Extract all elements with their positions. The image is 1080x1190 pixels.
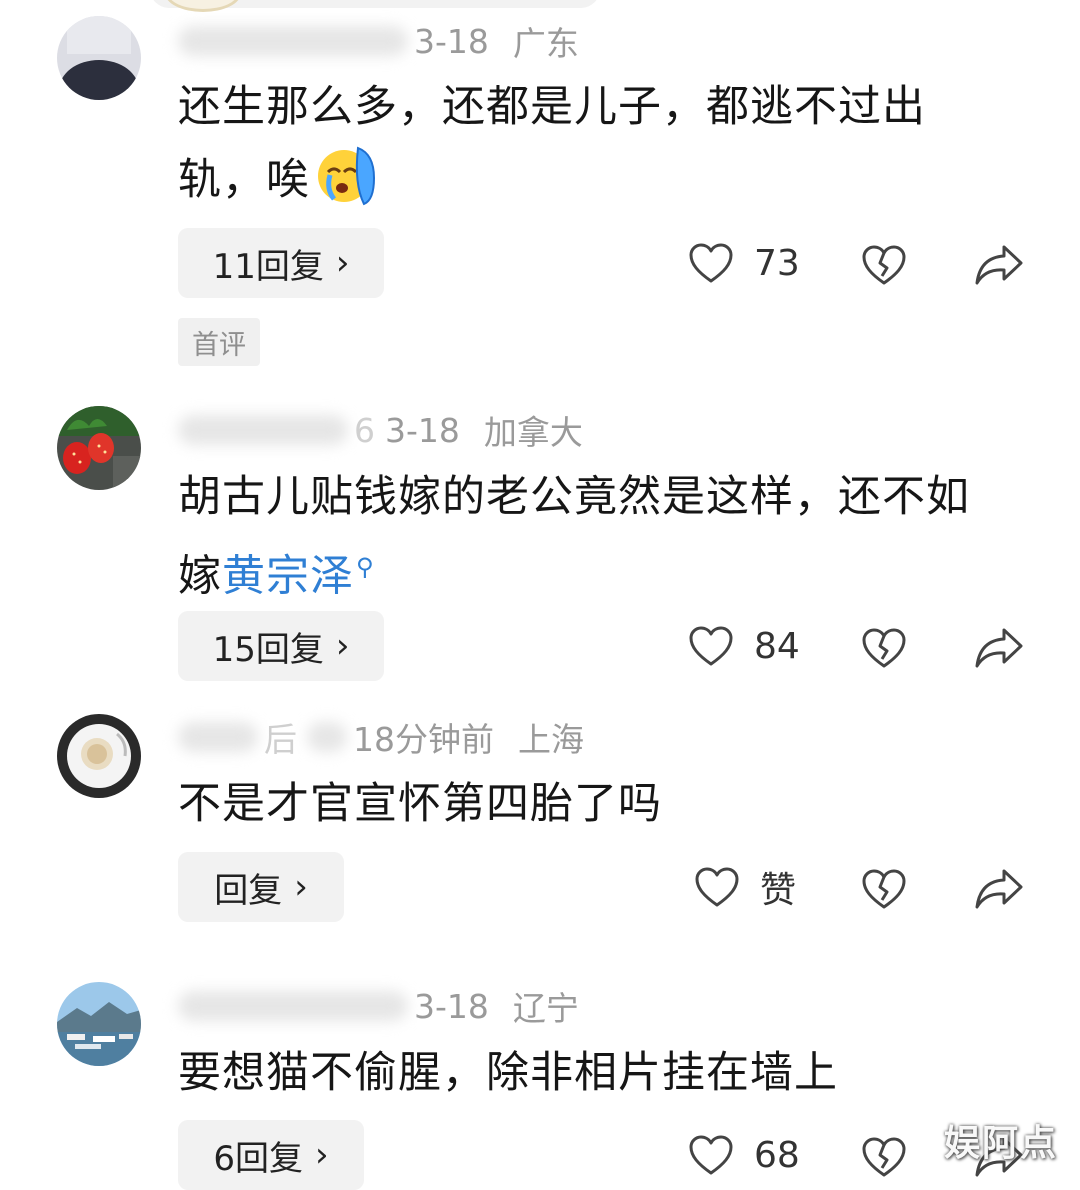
broken-heart-icon[interactable] bbox=[860, 866, 908, 910]
search-icon[interactable]: ⚲ bbox=[356, 553, 375, 581]
username-blur bbox=[307, 722, 347, 752]
comment-text-content: 还生那么多，还都是儿子，都逃不过出轨，唉 bbox=[178, 82, 926, 205]
comment-text: 不是才官宣怀第四胎了吗 bbox=[178, 769, 1008, 839]
heart-outline-icon bbox=[689, 243, 733, 283]
comment-meta: 6 3-18 加拿大 bbox=[178, 407, 583, 453]
comment-location: 辽宁 bbox=[512, 989, 579, 1028]
comment-text: 胡古儿贴钱嫁的老公竟然是这样，还不如嫁黄宗泽⚲ bbox=[178, 462, 1008, 611]
username[interactable] bbox=[178, 991, 408, 1021]
username[interactable] bbox=[178, 415, 348, 445]
like-button[interactable]: 68 bbox=[688, 1120, 800, 1190]
comment-meta: 后 18分钟前 上海 bbox=[178, 714, 584, 760]
like-count: 73 bbox=[754, 242, 800, 284]
comment-location: 上海 bbox=[518, 720, 584, 759]
heart-outline-icon bbox=[695, 867, 739, 907]
comment-actions: 84 bbox=[0, 611, 1080, 681]
username[interactable] bbox=[178, 26, 408, 56]
watermark: 娱阿点 bbox=[943, 1123, 1058, 1164]
comment-text-content: 不是才官宣怀第四胎了吗 bbox=[178, 779, 662, 829]
broken-heart-icon[interactable] bbox=[860, 1134, 908, 1178]
comment-text-content: 要想猫不偷腥，除非相片挂在墙上 bbox=[178, 1048, 838, 1098]
comment-text: 要想猫不偷腥，除非相片挂在墙上 bbox=[178, 1038, 1008, 1108]
like-count: 68 bbox=[754, 1134, 800, 1176]
comment-meta: 3-18 广东 bbox=[178, 18, 579, 64]
first-comment-badge: 首评 bbox=[178, 318, 260, 366]
comment-list-screen: 3-18 广东 还生那么多，还都是儿子，都逃不过出轨，唉 11回复 › 73 首… bbox=[0, 0, 1080, 1190]
comment-meta: 3-18 辽宁 bbox=[178, 983, 579, 1029]
share-arrow-icon[interactable] bbox=[974, 242, 1024, 286]
username[interactable] bbox=[178, 722, 258, 752]
avatar[interactable] bbox=[57, 982, 141, 1066]
like-button[interactable]: 73 bbox=[688, 228, 800, 298]
comment-text: 还生那么多，还都是儿子，都逃不过出轨，唉 bbox=[178, 72, 1008, 215]
heart-outline-icon bbox=[689, 1135, 733, 1175]
share-arrow-icon[interactable] bbox=[974, 625, 1024, 669]
comment-actions: 赞 bbox=[0, 852, 1080, 922]
like-count: 84 bbox=[754, 625, 800, 667]
comment-location: 加拿大 bbox=[483, 413, 583, 452]
broken-heart-icon[interactable] bbox=[860, 625, 908, 669]
broken-heart-icon[interactable] bbox=[860, 242, 908, 286]
comment-date: 18分钟前 bbox=[353, 720, 494, 759]
share-arrow-icon[interactable] bbox=[974, 866, 1024, 910]
comment-date: 3-18 bbox=[414, 986, 489, 1026]
search-link[interactable]: 黄宗泽 bbox=[222, 551, 354, 601]
crying-face-emoji-icon bbox=[318, 146, 376, 206]
comment-actions: 73 bbox=[0, 228, 1080, 298]
heart-outline-icon bbox=[689, 626, 733, 666]
avatar[interactable] bbox=[57, 406, 141, 490]
username-tail: 后 bbox=[264, 720, 297, 759]
like-button[interactable]: 赞 bbox=[694, 852, 796, 922]
like-count: 赞 bbox=[760, 870, 797, 911]
previous-avatar bbox=[165, 0, 241, 12]
comment-location: 广东 bbox=[512, 24, 579, 63]
comment-date: 3-18 bbox=[385, 410, 460, 450]
username-tail: 6 bbox=[354, 410, 375, 450]
avatar[interactable] bbox=[57, 714, 141, 798]
like-button[interactable]: 84 bbox=[688, 611, 800, 681]
comment-actions: 68 bbox=[0, 1120, 1080, 1190]
avatar[interactable] bbox=[57, 16, 141, 100]
comment-date: 3-18 bbox=[414, 21, 489, 61]
